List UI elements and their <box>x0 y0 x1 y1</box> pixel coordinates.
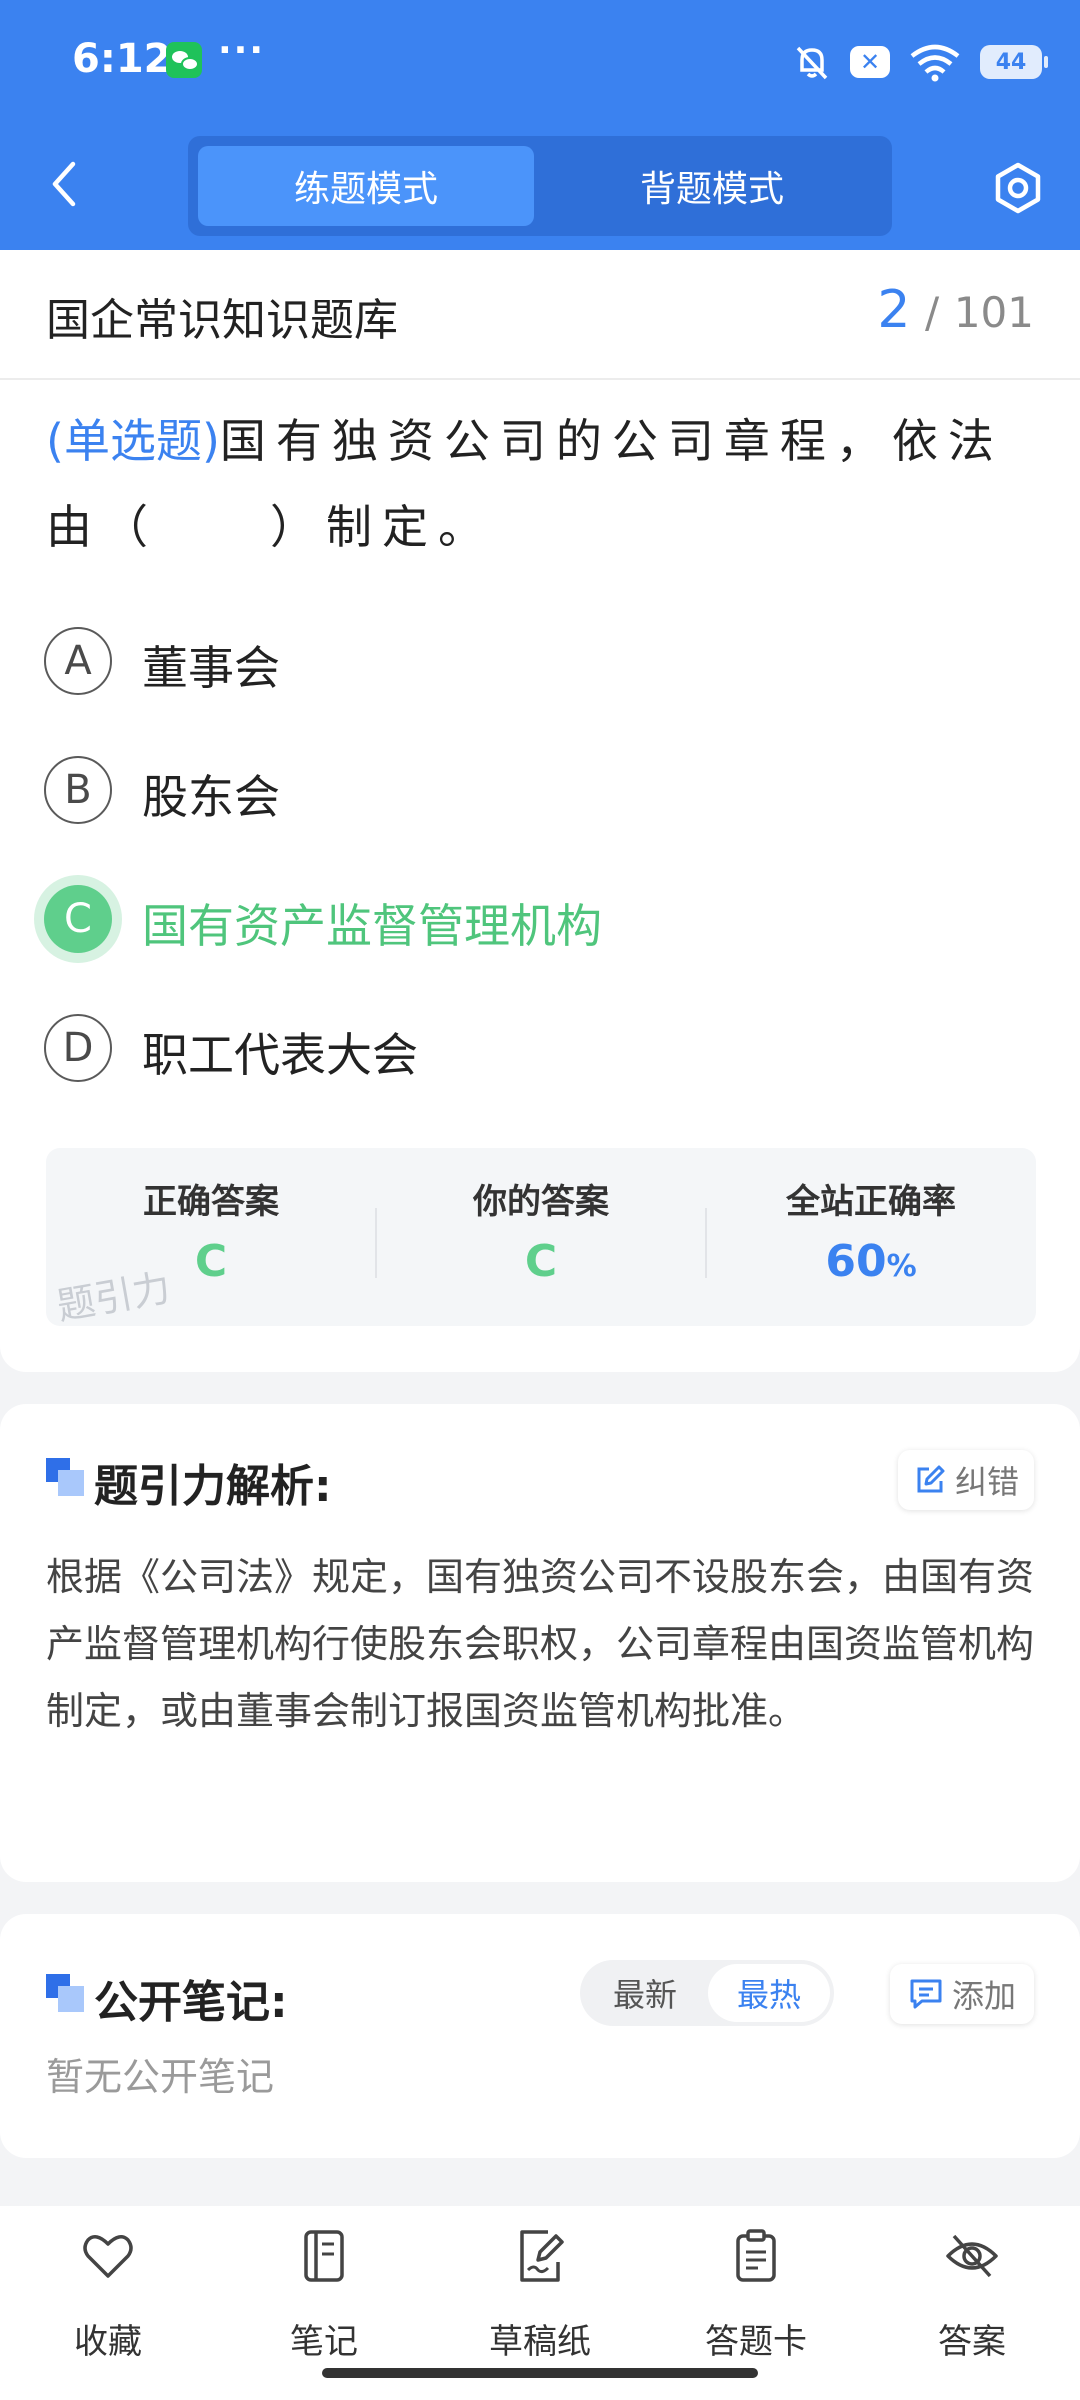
system-icons: ✕ 44 <box>792 40 1048 84</box>
accuracy-rate-column: 全站正确率 60% <box>706 1148 1036 1326</box>
question-card: 国企常识知识题库 2 / 101 (单选题)国有独资公司的公司章程，依法由（ ）… <box>0 250 1080 1372</box>
option-c-correct[interactable]: C 国有资产监督管理机构 <box>42 876 1022 966</box>
sort-hot-tab[interactable]: 最热 <box>708 1964 830 2022</box>
answer-summary: 正确答案 C 你的答案 C 全站正确率 60% 题引力 <box>46 1148 1036 1326</box>
sort-latest-tab[interactable]: 最新 <box>584 1964 706 2022</box>
accuracy-rate-value: 60% <box>706 1236 1036 1287</box>
empty-notes-text: 暂无公开笔记 <box>46 2055 275 2099</box>
chevron-left-icon <box>52 161 76 207</box>
question-bank-bar: 国企常识知识题库 2 / 101 <box>0 250 1080 380</box>
option-d[interactable]: D 职工代表大会 <box>42 1005 1022 1095</box>
question-type-label: (单选题) <box>46 414 220 468</box>
option-letter: A <box>44 627 112 695</box>
accuracy-rate-label: 全站正确率 <box>786 1182 956 1222</box>
gear-icon <box>995 162 1041 214</box>
option-text: 股东会 <box>142 770 280 824</box>
app-header: 6:12 ··· ✕ 44 练题模式 背题模式 <box>0 0 1080 250</box>
tab-memorize-mode[interactable]: 背题模式 <box>544 146 880 226</box>
show-answer-button[interactable]: 答案 <box>892 2228 1052 2362</box>
settings-button[interactable] <box>982 152 1054 224</box>
notes-sort-toggle: 最新 最热 <box>580 1960 834 2026</box>
comment-icon <box>910 1979 942 2009</box>
analysis-card: 题引力解析: 纠错 根据《公司法》规定，国有独资公司不设股东会，由国有资产监督管… <box>0 1404 1080 1882</box>
mode-switcher: 练题模式 背题模式 <box>188 136 892 236</box>
accuracy-rate-number: 60 <box>825 1236 887 1287</box>
question-progress: 2 / 101 <box>877 280 1034 340</box>
analysis-title: 题引力解析: <box>94 1461 332 1512</box>
public-notes-title: 公开笔记: <box>94 1977 288 2028</box>
favorite-label: 收藏 <box>74 2322 142 2362</box>
edit-icon <box>917 1465 945 1493</box>
close-badge-icon: ✕ <box>850 46 890 78</box>
analysis-text: 根据《公司法》规定，国有独资公司不设股东会，由国有资产监督管理机构行使股东会职权… <box>46 1555 1035 1733</box>
public-notes-card: 公开笔记: 最新 最热 添加 暂无公开笔记 <box>0 1914 1080 2158</box>
add-note-label: 添加 <box>951 1977 1016 2015</box>
wechat-notification-icon <box>166 42 202 78</box>
show-answer-label: 答案 <box>938 2322 1006 2362</box>
option-letter: C <box>44 885 112 953</box>
heart-icon <box>83 2235 133 2278</box>
option-text: 国有资产监督管理机构 <box>142 899 602 953</box>
status-bar: 6:12 ··· ✕ 44 <box>0 30 1080 94</box>
total-question-count: 101 <box>953 288 1034 337</box>
bell-muted-icon <box>796 46 828 80</box>
status-time: 6:12 <box>72 36 172 82</box>
favorite-button[interactable]: 收藏 <box>28 2228 188 2362</box>
your-answer-column: 你的答案 C <box>376 1148 706 1326</box>
report-error-label: 纠错 <box>954 1463 1019 1501</box>
notebook-icon <box>304 2230 344 2282</box>
section-squares-icon <box>46 1458 84 1496</box>
accuracy-rate-unit: % <box>886 1249 917 1284</box>
section-squares-icon <box>46 1974 84 2012</box>
correct-answer-label: 正确答案 <box>143 1182 279 1222</box>
eye-off-icon <box>946 2234 998 2278</box>
option-b[interactable]: B 股东会 <box>42 747 1022 837</box>
battery-indicator: 44 <box>980 45 1048 79</box>
more-notifications-indicator: ··· <box>218 30 266 71</box>
your-answer-label: 你的答案 <box>473 1182 609 1222</box>
option-text: 职工代表大会 <box>142 1028 418 1082</box>
home-indicator[interactable] <box>322 2368 758 2378</box>
draft-paper-button[interactable]: 草稿纸 <box>460 2228 620 2362</box>
answer-card-button[interactable]: 答题卡 <box>676 2228 836 2362</box>
tab-practice-mode[interactable]: 练题模式 <box>198 146 534 226</box>
progress-separator: / <box>925 288 940 337</box>
question-bank-title: 国企常识知识题库 <box>46 295 398 346</box>
option-a[interactable]: A 董事会 <box>42 618 1022 708</box>
add-note-button[interactable]: 添加 <box>890 1964 1034 2024</box>
notes-button[interactable]: 笔记 <box>244 2228 404 2362</box>
option-letter: D <box>44 1014 112 1082</box>
report-error-button[interactable]: 纠错 <box>898 1450 1034 1510</box>
wifi-icon <box>910 44 960 82</box>
option-letter: B <box>44 756 112 824</box>
draft-paper-label: 草稿纸 <box>489 2322 591 2362</box>
question-stem: (单选题)国有独资公司的公司章程，依法由（ ）制定。 <box>46 398 1036 570</box>
notes-label: 笔记 <box>290 2322 358 2362</box>
answer-card-label: 答题卡 <box>705 2322 807 2362</box>
current-question-number: 2 <box>877 280 911 340</box>
back-button[interactable] <box>36 152 92 216</box>
your-answer-value: C <box>524 1236 558 1287</box>
draft-paper-icon <box>520 2230 564 2282</box>
option-text: 董事会 <box>142 641 280 695</box>
answer-card-icon <box>736 2229 776 2282</box>
